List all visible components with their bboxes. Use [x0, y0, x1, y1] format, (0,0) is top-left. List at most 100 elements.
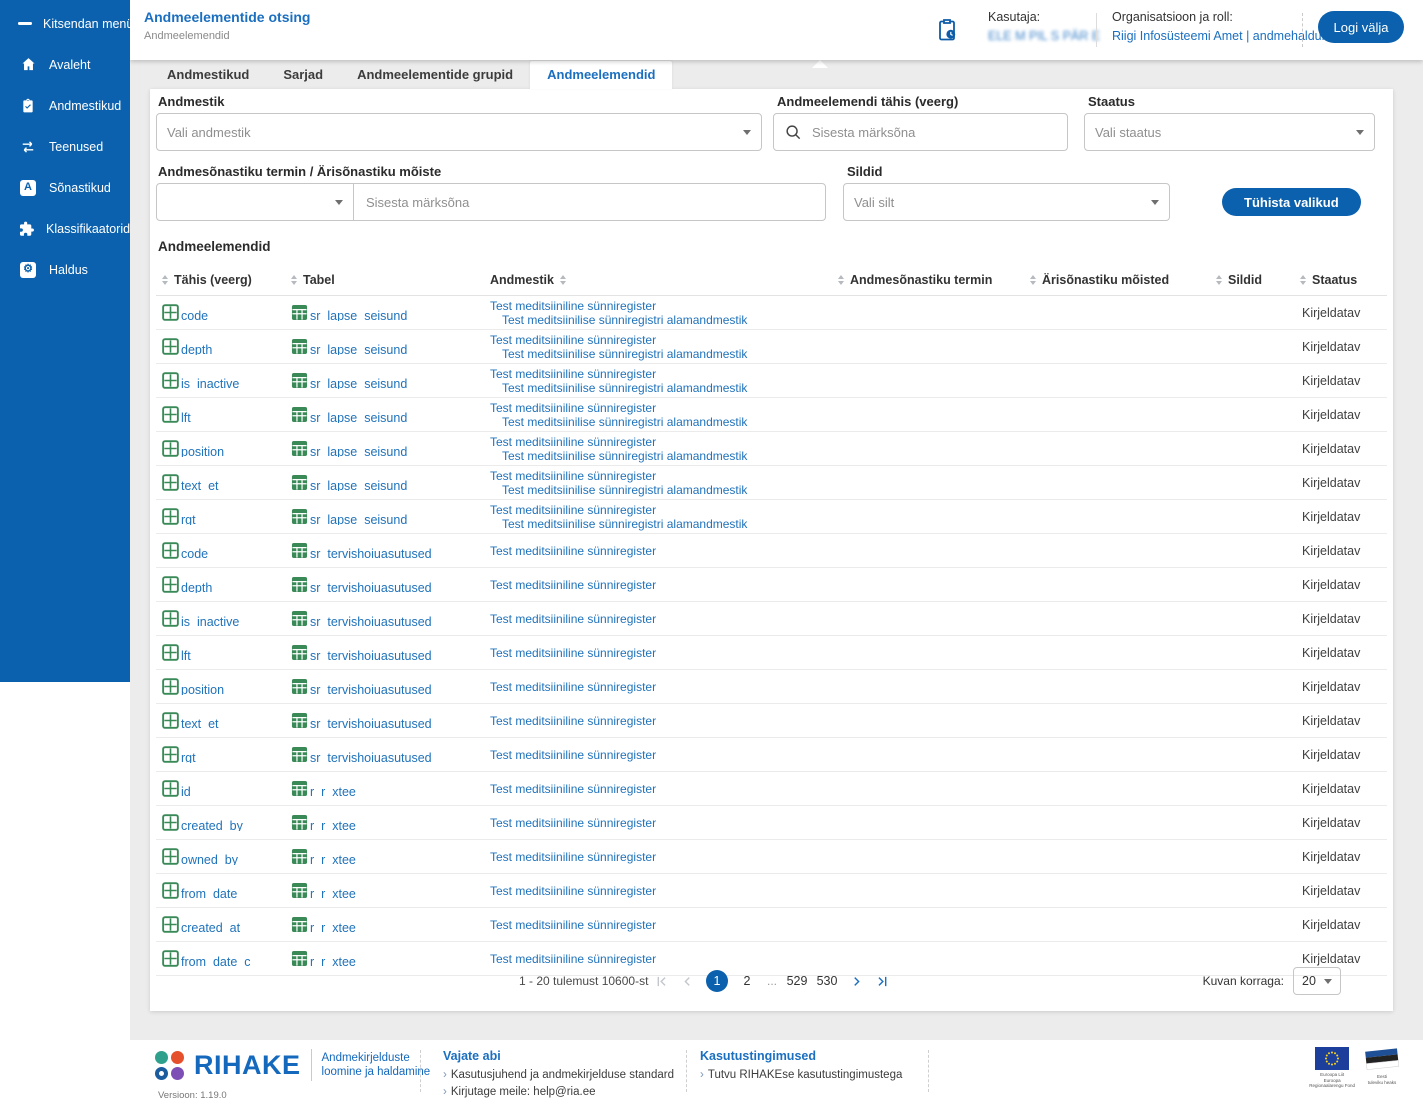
sidebar-item-klassifikaatorid[interactable]: Klassifikaatorid: [0, 208, 130, 249]
andmestik-link[interactable]: Test meditsiiniline sünniregister: [490, 884, 832, 898]
tahis-link[interactable]: text_et: [181, 479, 219, 491]
sort-icon[interactable]: [1300, 272, 1306, 288]
clear-filters-button[interactable]: Tühista valikud: [1222, 188, 1361, 216]
sidebar-item-avaleht[interactable]: Avaleht: [0, 44, 130, 85]
tahis-link[interactable]: code: [181, 547, 208, 559]
tahis-link[interactable]: depth: [181, 581, 212, 593]
tahis-link[interactable]: created_at_: [181, 921, 247, 933]
sidebar-item-kitsendan-men[interactable]: Kitsendan menüü: [0, 3, 140, 44]
andmestik-link[interactable]: Test meditsiinilise sünniregistri alaman…: [502, 449, 832, 463]
per-page-select[interactable]: 20: [1293, 967, 1341, 995]
sort-icon[interactable]: [291, 272, 297, 288]
andmestik-link[interactable]: Test meditsiiniline sünniregister: [490, 435, 832, 449]
tahis-link[interactable]: id: [181, 785, 191, 797]
sildid-select[interactable]: Vali silt: [843, 183, 1170, 221]
sidebar-item-teenused[interactable]: Teenused: [0, 126, 130, 167]
andmestik-link[interactable]: Test meditsiiniline sünniregister: [490, 469, 832, 483]
andmestik-select[interactable]: Vali andmestik: [156, 113, 762, 151]
tab-andmestikud[interactable]: Andmestikud: [150, 61, 266, 89]
tahis-search-input[interactable]: [810, 123, 1057, 141]
tahis-link[interactable]: is_inactive: [181, 377, 239, 389]
tahis-link[interactable]: depth: [181, 343, 212, 355]
tahis-link[interactable]: owned_by_: [181, 853, 245, 865]
andmestik-link[interactable]: Test meditsiiniline sünniregister: [490, 748, 832, 762]
andmestik-link[interactable]: Test meditsiiniline sünniregister: [490, 850, 832, 864]
andmestik-link[interactable]: Test meditsiiniline sünniregister: [490, 680, 832, 694]
andmestik-link[interactable]: Test meditsiinilise sünniregistri alaman…: [502, 347, 832, 361]
sort-icon[interactable]: [162, 272, 168, 288]
page-2-button[interactable]: 2: [736, 970, 758, 992]
tabel-link[interactable]: sr_lapse_seisund: [310, 445, 407, 457]
sort-icon[interactable]: [1030, 272, 1036, 288]
tabel-link[interactable]: sr_tervishoiuasutused: [310, 751, 432, 763]
andmestik-link[interactable]: Test meditsiiniline sünniregister: [490, 367, 832, 381]
clipboard-clock-icon[interactable]: [935, 17, 959, 48]
previous-page-button[interactable]: [679, 973, 696, 990]
tabel-link[interactable]: sr_lapse_seisund: [310, 377, 407, 389]
tabel-link[interactable]: sr_tervishoiuasutused: [310, 615, 432, 627]
tahis-link[interactable]: from_date: [181, 887, 237, 899]
andmestik-link[interactable]: Test meditsiinilise sünniregistri alaman…: [502, 313, 832, 327]
andmestik-link[interactable]: Test meditsiiniline sünniregister: [490, 918, 832, 932]
tabel-link[interactable]: r_r_xtee: [310, 853, 356, 865]
tabel-link[interactable]: r_r_xtee: [310, 887, 356, 899]
tahis-link[interactable]: text_et: [181, 717, 219, 729]
andmestik-link[interactable]: Test meditsiiniline sünniregister: [490, 612, 832, 626]
tabel-link[interactable]: sr_tervishoiuasutused: [310, 649, 432, 661]
page-530-button[interactable]: 530: [816, 970, 838, 992]
andmestik-link[interactable]: Test meditsiiniline sünniregister: [490, 714, 832, 728]
tabel-link[interactable]: sr_lapse_seisund: [310, 343, 407, 355]
logout-button[interactable]: Logi välja: [1318, 11, 1404, 43]
tahis-link[interactable]: created_by_: [181, 819, 250, 831]
andmestik-link[interactable]: Test meditsiiniline sünniregister: [490, 503, 832, 517]
tahis-link[interactable]: lft: [181, 649, 191, 661]
tabel-link[interactable]: sr_lapse_seisund: [310, 411, 407, 423]
andmestik-link[interactable]: Test meditsiiniline sünniregister: [490, 401, 832, 415]
tabel-link[interactable]: sr_tervishoiuasutused: [310, 581, 432, 593]
staatus-select[interactable]: Vali staatus: [1084, 113, 1375, 151]
sort-icon[interactable]: [838, 272, 844, 288]
tahis-link[interactable]: position: [181, 445, 224, 457]
andmestik-link[interactable]: Test meditsiinilise sünniregistri alaman…: [502, 415, 832, 429]
tabel-link[interactable]: sr_lapse_seisund: [310, 309, 407, 321]
andmestik-link[interactable]: Test meditsiiniline sünniregister: [490, 299, 832, 313]
tabel-link[interactable]: r_r_xtee: [310, 785, 356, 797]
tahis-link[interactable]: position: [181, 683, 224, 695]
org-role-link[interactable]: Riigi Infosüsteemi Amet | andmehaldur: [1112, 29, 1326, 43]
page-529-button[interactable]: 529: [786, 970, 808, 992]
tahis-link[interactable]: is_inactive: [181, 615, 239, 627]
andmestik-link[interactable]: Test meditsiiniline sünniregister: [490, 578, 832, 592]
page-1-button[interactable]: 1: [706, 970, 728, 992]
andmestik-link[interactable]: Test meditsiiniline sünniregister: [490, 544, 832, 558]
sort-icon[interactable]: [560, 272, 566, 288]
next-page-button[interactable]: [848, 973, 865, 990]
first-page-button[interactable]: [653, 973, 670, 990]
sort-icon[interactable]: [1216, 272, 1222, 288]
tabel-link[interactable]: sr_tervishoiuasutused: [310, 547, 432, 559]
footer-link[interactable]: › Kirjutage meile: help@ria.ee: [443, 1084, 674, 1101]
footer-link[interactable]: › Kasutusjuhend ja andmekirjelduse standa…: [443, 1067, 674, 1084]
tabel-link[interactable]: sr_lapse_seisund: [310, 479, 407, 491]
sidebar-item-andmestikud[interactable]: Andmestikud: [0, 85, 130, 126]
tabel-link[interactable]: sr_tervishoiuasutused: [310, 683, 432, 695]
andmestik-link[interactable]: Test meditsiinilise sünniregistri alaman…: [502, 517, 832, 531]
tahis-link[interactable]: rgt: [181, 751, 196, 763]
andmestik-link[interactable]: Test meditsiinilise sünniregistri alaman…: [502, 483, 832, 497]
tahis-link[interactable]: rgt: [181, 513, 196, 525]
andmestik-link[interactable]: Test meditsiiniline sünniregister: [490, 646, 832, 660]
andmestik-link[interactable]: Test meditsiiniline sünniregister: [490, 333, 832, 347]
tabel-link[interactable]: sr_lapse_seisund: [310, 513, 407, 525]
tabel-link[interactable]: r_r_xtee: [310, 819, 356, 831]
tab-andmeelementide-grupid[interactable]: Andmeelementide grupid: [340, 61, 530, 89]
termin-search-input[interactable]: [364, 193, 815, 211]
tahis-link[interactable]: lft: [181, 411, 191, 423]
termin-type-select[interactable]: [156, 183, 354, 221]
last-page-button[interactable]: [874, 973, 891, 990]
andmestik-link[interactable]: Test meditsiiniline sünniregister: [490, 816, 832, 830]
tab-sarjad[interactable]: Sarjad: [266, 61, 340, 89]
sidebar-item-s-nastikud[interactable]: A Sõnastikud: [0, 167, 130, 208]
footer-link[interactable]: › Tutvu RIHAKEse kasutustingimustega: [700, 1067, 902, 1084]
andmestik-link[interactable]: Test meditsiinilise sünniregistri alaman…: [502, 381, 832, 395]
andmestik-link[interactable]: Test meditsiiniline sünniregister: [490, 782, 832, 796]
tabel-link[interactable]: sr_tervishoiuasutused: [310, 717, 432, 729]
